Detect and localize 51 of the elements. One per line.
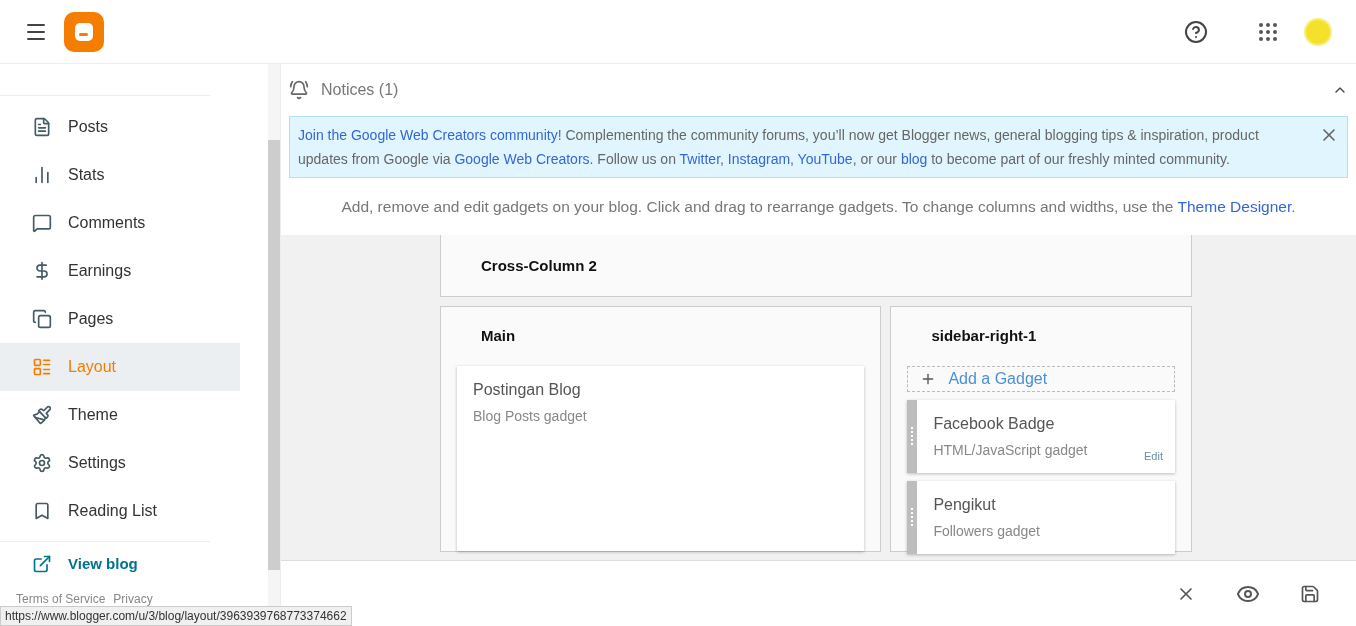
- nav-icon: [32, 453, 52, 473]
- nav-item[interactable]: Pages: [0, 295, 240, 343]
- status-url: https://www.blogger.com/u/3/blog/layout/3963939768773374662: [0, 606, 352, 626]
- scrollbar-thumb[interactable]: [268, 140, 280, 570]
- drag-handle[interactable]: [907, 480, 918, 554]
- nav-icon: [32, 165, 52, 185]
- help-icon[interactable]: [1184, 19, 1208, 44]
- gadget-title: Pengikut: [933, 494, 997, 515]
- theme-designer-link[interactable]: Theme Designer: [1177, 198, 1292, 215]
- view-blog-link[interactable]: View blog: [0, 542, 268, 586]
- nav-icon: [32, 405, 52, 425]
- gadget-title: Facebook Badge: [933, 413, 1056, 434]
- notice-link[interactable]: blog: [900, 151, 928, 167]
- bell-icon: [289, 80, 309, 100]
- external-link-icon: [32, 554, 52, 574]
- nav-icon: [32, 117, 52, 137]
- notice-text: Join the Google Web Creators community! Complementing the community forums, you’ll now get Blogger news, general blogging tips & inspiration, product updates from Google via Google Web Creators. Follow us on Twitter, Instagram, YouTube, or our blog to become part of our freshly minted community.: [298, 126, 1260, 169]
- gadget-subtitle: Blog Posts gadget: [473, 406, 587, 426]
- nav-item[interactable]: Posts: [0, 103, 240, 151]
- section-title: Cross-Column 2: [481, 255, 597, 276]
- save-icon[interactable]: [1300, 583, 1320, 604]
- gadget-card[interactable]: Pengikut Followers gadget: [907, 480, 1175, 554]
- nav-item[interactable]: Reading List: [0, 487, 240, 535]
- nav-item[interactable]: Theme: [0, 391, 240, 439]
- nav-item[interactable]: Earnings: [0, 247, 240, 295]
- gadget-title: Postingan Blog: [473, 379, 582, 400]
- gadget-card[interactable]: Postingan Blog Blog Posts gadget: [457, 365, 865, 551]
- nav-item[interactable]: Comments: [0, 199, 240, 247]
- footer-link[interactable]: Privacy: [113, 590, 153, 608]
- notice-link[interactable]: Twitter: [679, 151, 721, 167]
- nav-icon: [32, 213, 52, 233]
- gadget-subtitle: Followers gadget: [933, 521, 1040, 541]
- nav-item[interactable]: Settings: [0, 439, 240, 487]
- notice-link[interactable]: YouTube: [797, 151, 853, 167]
- section-title: sidebar-right-1: [930, 326, 1038, 347]
- nav-icon: [32, 309, 52, 329]
- drag-handle[interactable]: [907, 399, 918, 473]
- nav-icon: [32, 501, 52, 521]
- notice-link[interactable]: Join the Google Web Creators community: [298, 127, 558, 143]
- add-gadget-button[interactable]: Add a Gadget: [907, 365, 1175, 392]
- intro-text: Add, remove and edit gadgets on your blog. Click and drag to rearrange gadgets. To change columns and widths, use the Theme Designer.: [340, 197, 1297, 217]
- gadget-subtitle: HTML/JavaScript gadget: [933, 440, 1088, 460]
- notices-title: Notices (1): [321, 80, 399, 100]
- footer-link[interactable]: Terms of Service: [16, 590, 106, 608]
- notice-link[interactable]: Google Web Creators: [454, 151, 590, 167]
- section-title: Main: [480, 326, 517, 347]
- nav-item[interactable]: Stats: [0, 151, 240, 199]
- edit-link[interactable]: Edit: [1144, 448, 1163, 465]
- gadget-card[interactable]: Facebook Badge HTML/JavaScript gadget Edit: [907, 399, 1175, 473]
- nav-icon: [32, 357, 52, 377]
- blogger-logo[interactable]: [64, 11, 104, 52]
